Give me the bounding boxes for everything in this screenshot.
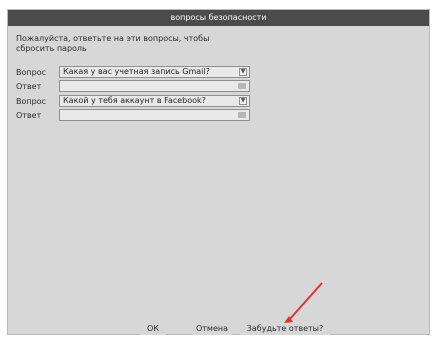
cancel-button[interactable]: Отмена (192, 323, 232, 335)
keyboard-icon[interactable] (238, 83, 246, 89)
keyboard-icon[interactable] (238, 112, 246, 118)
question-label-1: Вопрос (16, 68, 46, 77)
security-questions-dialog: вопросы безопасности Пожалуйста, ответьт… (7, 9, 430, 335)
answer-label-1: Ответ (16, 82, 42, 91)
question-value-2: Какой у тебя аккаунт в Facebook? (63, 96, 206, 105)
question-select-1[interactable]: Какая у вас учетная запись Gmail? ▼ (59, 66, 250, 78)
chevron-down-icon[interactable]: ▼ (239, 97, 247, 105)
chevron-down-icon[interactable]: ▼ (239, 68, 247, 76)
answer-input-1[interactable] (59, 80, 250, 92)
question-label-2: Вопрос (16, 97, 46, 106)
ok-button[interactable]: ОК (140, 323, 166, 335)
answer-label-2: Ответ (16, 111, 42, 120)
question-value-1: Какая у вас учетная запись Gmail? (63, 67, 210, 76)
dialog-title: вопросы безопасности (8, 10, 429, 26)
answer-input-2[interactable] (59, 109, 250, 121)
forgot-answers-button[interactable]: Забудьте ответы? (240, 323, 330, 335)
instructions-text: Пожалуйста, ответьте на эти вопросы, что… (16, 34, 210, 53)
question-select-2[interactable]: Какой у тебя аккаунт в Facebook? ▼ (59, 95, 250, 107)
